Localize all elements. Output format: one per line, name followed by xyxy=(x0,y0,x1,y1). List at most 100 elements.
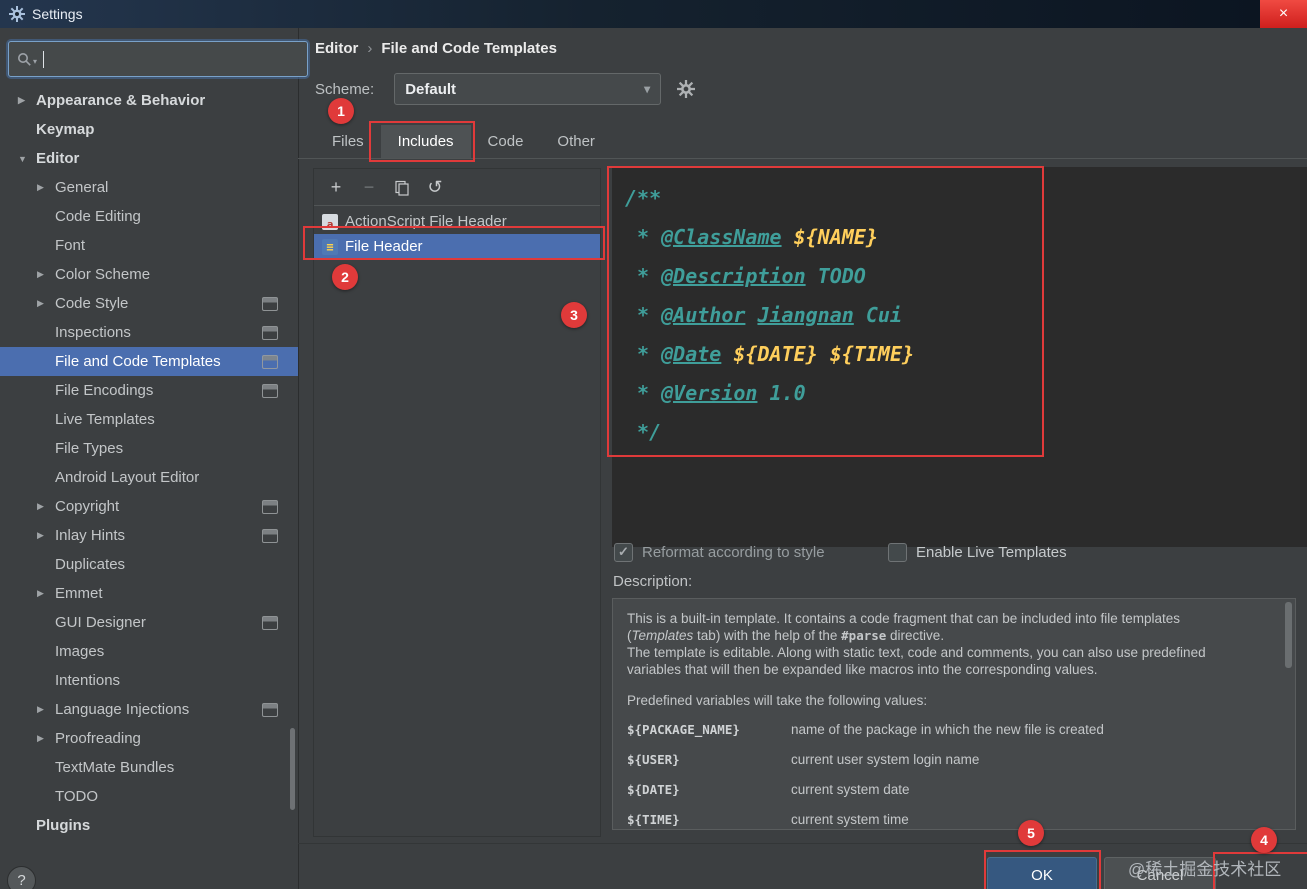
description-scrollbar[interactable] xyxy=(1285,602,1292,668)
sidebar-item-live-templates[interactable]: Live Templates xyxy=(0,405,298,434)
tab-other[interactable]: Other xyxy=(540,125,612,158)
window-title: Settings xyxy=(32,6,83,22)
sidebar-item-images[interactable]: Images xyxy=(0,637,298,666)
sidebar-item-language-injections[interactable]: ▶ Language Injections xyxy=(0,695,298,724)
sidebar-item-emmet[interactable]: ▶ Emmet xyxy=(0,579,298,608)
sidebar-item-gui-designer[interactable]: GUI Designer xyxy=(0,608,298,637)
live-templates-option: Enable Live Templates xyxy=(888,542,1067,562)
sidebar-item-file-types[interactable]: File Types xyxy=(0,434,298,463)
sidebar-item-color-scheme[interactable]: ▶ Color Scheme xyxy=(0,260,298,289)
tab-includes[interactable]: Includes xyxy=(380,125,471,158)
template-editor[interactable]: /** * @ClassName ${NAME} * @Description … xyxy=(612,167,1307,547)
chevron-down-icon[interactable]: ▼ xyxy=(18,154,36,164)
chevron-right-icon[interactable]: ▶ xyxy=(37,733,55,744)
description-panel: This is a built-in template. It contains… xyxy=(612,598,1296,830)
sidebar-item-label: Plugins xyxy=(36,817,91,834)
search-input[interactable] xyxy=(44,50,299,68)
chevron-right-icon[interactable]: ▶ xyxy=(37,298,55,309)
sidebar-item-label: Language Injections xyxy=(55,701,190,718)
annotation-step-3: 3 xyxy=(561,302,587,328)
copy-template-button[interactable] xyxy=(392,177,412,197)
description-paragraphs: This is a built-in template. It contains… xyxy=(627,610,1281,678)
breadcrumb-separator-icon: › xyxy=(367,40,373,57)
code-line: * @Description TODO xyxy=(625,264,866,288)
sidebar-item-android-layout-editor[interactable]: Android Layout Editor xyxy=(0,463,298,492)
shared-config-icon xyxy=(262,296,278,311)
help-button[interactable]: ? xyxy=(7,866,36,889)
sidebar-item-label: File Types xyxy=(55,440,124,457)
sidebar-item-copyright[interactable]: ▶ Copyright xyxy=(0,492,298,521)
live-templates-checkbox[interactable] xyxy=(888,542,907,562)
template-item-label: File Header xyxy=(345,238,423,255)
template-list: ActionScript File Header File Header xyxy=(314,206,600,259)
reset-template-button[interactable]: ↺ xyxy=(425,177,445,197)
settings-search-box[interactable]: ▾ xyxy=(8,41,308,77)
titlebar[interactable]: Settings × xyxy=(0,0,1307,28)
chevron-right-icon[interactable]: ▶ xyxy=(37,182,55,193)
add-template-button[interactable]: + xyxy=(326,177,346,197)
chevron-right-icon[interactable]: ▶ xyxy=(37,530,55,541)
settings-gear-icon xyxy=(9,6,25,22)
sidebar-item-label: Emmet xyxy=(55,585,103,602)
description-line: This is a built-in template. It contains… xyxy=(627,611,1181,626)
sidebar-item-appearance-behavior[interactable]: ▶ Appearance & Behavior xyxy=(0,86,298,115)
template-item-label: ActionScript File Header xyxy=(345,213,507,230)
sidebar-item-file-and-code-templates[interactable]: File and Code Templates xyxy=(0,347,298,376)
close-button[interactable]: × xyxy=(1260,0,1307,28)
tabs-divider xyxy=(298,158,1307,159)
sidebar-item-inspections[interactable]: Inspections xyxy=(0,318,298,347)
sidebar-item-todo[interactable]: TODO xyxy=(0,782,298,811)
ok-button[interactable]: OK xyxy=(987,857,1097,889)
sidebar-item-label: Intentions xyxy=(55,672,121,689)
sidebar-item-proofreading[interactable]: ▶ Proofreading xyxy=(0,724,298,753)
sidebar-item-editor[interactable]: ▼ Editor xyxy=(0,144,298,173)
sidebar-item-label: Font xyxy=(55,237,86,254)
tab-files[interactable]: Files xyxy=(315,125,381,158)
variable-name: ${DATE} xyxy=(627,781,680,797)
description-line: (Templates tab) with the help of the #pa… xyxy=(627,628,945,643)
sidebar-item-label: File and Code Templates xyxy=(55,353,221,370)
sidebar-item-textmate-bundles[interactable]: TextMate Bundles xyxy=(0,753,298,782)
breadcrumb-parent[interactable]: Editor xyxy=(315,40,358,57)
search-history-caret-icon[interactable]: ▾ xyxy=(33,57,37,66)
sidebar-item-label: Inlay Hints xyxy=(55,527,126,544)
variable-row: ${DATE} current system date xyxy=(627,774,1281,804)
chevron-right-icon[interactable]: ▶ xyxy=(37,704,55,715)
remove-template-button[interactable]: − xyxy=(359,177,379,197)
chevron-right-icon[interactable]: ▶ xyxy=(37,588,55,599)
template-item-file-header[interactable]: File Header xyxy=(314,234,600,259)
shared-config-icon xyxy=(262,383,278,398)
sidebar-item-file-encodings[interactable]: File Encodings xyxy=(0,376,298,405)
template-list-panel: + − ↺ ActionScript File Header File Heade… xyxy=(313,168,601,837)
sidebar-item-code-editing[interactable]: Code Editing xyxy=(0,202,298,231)
chevron-right-icon[interactable]: ▶ xyxy=(37,501,55,512)
sidebar-item-code-style[interactable]: ▶ Code Style xyxy=(0,289,298,318)
sidebar-item-plugins[interactable]: Plugins xyxy=(0,811,298,840)
sidebar-item-label: Inspections xyxy=(55,324,131,341)
annotation-step-1: 1 xyxy=(328,98,354,124)
scheme-actions-button[interactable] xyxy=(677,80,696,98)
sidebar-item-keymap[interactable]: Keymap xyxy=(0,115,298,144)
chevron-right-icon[interactable]: ▶ xyxy=(37,269,55,280)
sidebar-scrollbar[interactable] xyxy=(290,728,295,810)
variables-table: ${PACKAGE_NAME} name of the package in wh… xyxy=(627,714,1281,829)
scheme-dropdown[interactable]: Default ▾ xyxy=(394,73,662,105)
sidebar-item-intentions[interactable]: Intentions xyxy=(0,666,298,695)
sidebar-item-general[interactable]: ▶ General xyxy=(0,173,298,202)
shared-config-icon xyxy=(262,499,278,514)
description-line: variables that will then be expanded lik… xyxy=(627,662,1098,677)
sidebar-item-duplicates[interactable]: Duplicates xyxy=(0,550,298,579)
reformat-checkbox[interactable]: ✓ xyxy=(614,542,633,562)
annotation-step-2: 2 xyxy=(332,264,358,290)
sidebar-item-font[interactable]: Font xyxy=(0,231,298,260)
scheme-label: Scheme: xyxy=(315,80,375,98)
template-item-actionscript-file-header[interactable]: ActionScript File Header xyxy=(314,209,600,234)
breadcrumb: Editor › File and Code Templates xyxy=(315,40,557,57)
sidebar-item-inlay-hints[interactable]: ▶ Inlay Hints xyxy=(0,521,298,550)
sidebar-item-label: Images xyxy=(55,643,105,660)
tab-code[interactable]: Code xyxy=(471,125,541,158)
variable-name: ${TIME} xyxy=(627,811,680,827)
sidebar-item-label: Appearance & Behavior xyxy=(36,92,206,109)
check-icon: ✓ xyxy=(618,544,629,559)
chevron-right-icon[interactable]: ▶ xyxy=(18,95,36,106)
